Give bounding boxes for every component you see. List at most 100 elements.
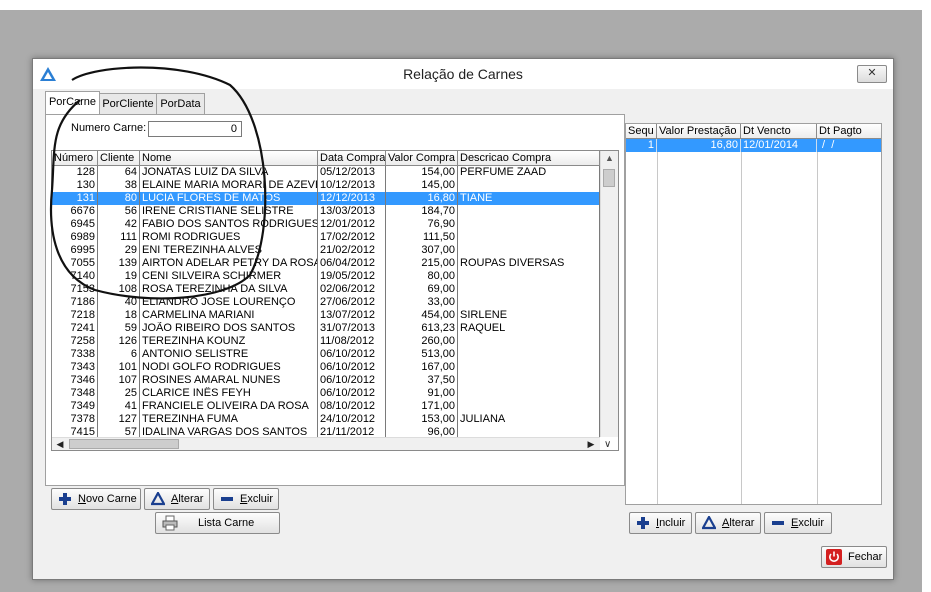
vertical-scrollbar[interactable]: ▲	[600, 151, 618, 437]
cell-valor-compra: 184,70	[386, 205, 458, 218]
col-sequ[interactable]: Sequ	[626, 124, 657, 138]
cell-data-compra: 21/11/2012	[318, 426, 386, 437]
plus-icon	[637, 517, 649, 529]
cell-cliente: 107	[98, 374, 140, 387]
cell-nome: ROSA TEREZINHA DA SILVA	[140, 283, 318, 296]
parcela-vencto: 12/01/2014	[741, 139, 817, 152]
col-dt-pagto[interactable]: Dt Pagto	[817, 124, 881, 138]
novo-carne-button[interactable]: Novo Carne	[51, 488, 141, 510]
table-row[interactable]: 7258 126 TEREZINHA KOUNZ 11/08/2012 260,00	[52, 335, 600, 348]
cell-descricao-compra	[458, 348, 600, 361]
alterar-button[interactable]: Alterar	[144, 488, 210, 510]
cell-data-compra: 27/06/2012	[318, 296, 386, 309]
col-descricao-compra[interactable]: Descricao Compra	[458, 151, 600, 165]
cell-valor-compra: 96,00	[386, 426, 458, 437]
cell-descricao-compra	[458, 400, 600, 413]
cell-descricao-compra	[458, 374, 600, 387]
vertical-scroll-thumb[interactable]	[603, 169, 615, 187]
table-row[interactable]: 7055 139 AIRTON ADELAR PETRY DA ROSA 06/04/…	[52, 257, 600, 270]
scroll-right-icon[interactable]: ▶	[584, 438, 598, 450]
table-row[interactable]: 7346 107 ROSINES AMARAL NUNES 06/10/2012 37,…	[52, 374, 600, 387]
table-row[interactable]: 7140 19 CENI SILVEIRA SCHIRMER 19/05/2012 80…	[52, 270, 600, 283]
cell-numero: 7338	[52, 348, 98, 361]
scroll-up-icon[interactable]: ▲	[601, 151, 618, 166]
horizontal-scrollbar[interactable]: ◀ ▶	[52, 437, 600, 450]
col-valor-prestacao[interactable]: Valor Prestação	[657, 124, 741, 138]
excluir-parcela-button[interactable]: Excluir	[764, 512, 832, 534]
col-data-compra[interactable]: Data Compra	[318, 151, 386, 165]
cell-data-compra: 21/02/2012	[318, 244, 386, 257]
fechar-button[interactable]: Fechar	[821, 546, 887, 568]
table-row[interactable]: 7349 41 FRANCIELE OLIVEIRA DA ROSA 08/10/20…	[52, 400, 600, 413]
cell-data-compra: 17/02/2012	[318, 231, 386, 244]
horizontal-scroll-thumb[interactable]	[69, 439, 179, 449]
cell-valor-compra: 513,00	[386, 348, 458, 361]
cell-valor-compra: 260,00	[386, 335, 458, 348]
table-row[interactable]: 7241 59 JOÃO RIBEIRO DOS SANTOS 31/07/2013 6…	[52, 322, 600, 335]
table-row[interactable]: 7218 18 CARMELINA MARIANI 13/07/2012 454,00 S…	[52, 309, 600, 322]
grid-body: 128 64 JONATAS LUIZ DA SILVA 05/12/2013 154,…	[52, 166, 600, 437]
cell-valor-compra: 111,50	[386, 231, 458, 244]
table-row[interactable]: 7378 127 TEREZINHA FUMA 24/10/2012 153,00 JUL…	[52, 413, 600, 426]
close-button[interactable]: ✕	[857, 65, 887, 83]
table-row[interactable]: 6989 111 ROMI RODRIGUES 17/02/2012 111,50	[52, 231, 600, 244]
carnes-grid[interactable]: Número Cliente Nome Data Compra Valor Co…	[51, 150, 619, 451]
col-cliente[interactable]: Cliente	[98, 151, 140, 165]
cell-descricao-compra	[458, 205, 600, 218]
tab-pordata[interactable]: PorData	[156, 93, 205, 114]
table-row[interactable]: 6945 42 FABIO DOS SANTOS RODRIGUES 12/01/20…	[52, 218, 600, 231]
table-row[interactable]: 7415 57 IDALINA VARGAS DOS SANTOS 21/11/201…	[52, 426, 600, 437]
alterar-parcela-button[interactable]: Alterar	[695, 512, 761, 534]
parcela-row[interactable]: 1 16,80 12/01/2014 / /	[626, 139, 881, 152]
cell-cliente: 57	[98, 426, 140, 437]
table-row[interactable]: 7186 40 ELIANDRO JOSE LOURENÇO 27/06/2012 33…	[52, 296, 600, 309]
cell-data-compra: 24/10/2012	[318, 413, 386, 426]
cell-nome: ELAINE MARIA MORARI DE AZEVEDO	[140, 179, 318, 192]
tab-porcarne[interactable]: PorCarne	[45, 91, 100, 115]
lista-carne-button[interactable]: Lista Carne	[155, 512, 280, 534]
col-dt-vencto[interactable]: Dt Vencto	[741, 124, 817, 138]
table-row[interactable]: 7343 101 NODI GOLFO RODRIGUES 06/10/2012 167…	[52, 361, 600, 374]
table-row[interactable]: 131 80 LUCIA FLORES DE MATOS 12/12/2013 16,8…	[52, 192, 600, 205]
cell-numero: 6676	[52, 205, 98, 218]
cell-numero: 7415	[52, 426, 98, 437]
cell-data-compra: 11/08/2012	[318, 335, 386, 348]
minus-icon	[772, 521, 784, 525]
table-row[interactable]: 13038ELAINE MARIA MORARI DE AZEVEDO10/12…	[52, 179, 600, 192]
incluir-button[interactable]: Incluir	[629, 512, 692, 534]
parcela-pagto: / /	[819, 139, 835, 151]
table-row[interactable]: 128 64 JONATAS LUIZ DA SILVA 05/12/2013 154,…	[52, 166, 600, 179]
cell-nome: IRENE CRISTIANE SELISTRE	[140, 205, 318, 218]
cell-valor-compra: 76,90	[386, 218, 458, 231]
cell-valor-compra: 153,00	[386, 413, 458, 426]
column-divider	[657, 152, 658, 504]
cell-cliente: 41	[98, 400, 140, 413]
cell-nome: ENI TEREZINHA ALVES	[140, 244, 318, 257]
alterar-parcela-label: lterar	[729, 517, 755, 529]
table-row[interactable]: 7153 108 ROSA TEREZINHA DA SILVA 02/06/2012…	[52, 283, 600, 296]
table-row[interactable]: 6995 29 ENI TEREZINHA ALVES 21/02/2012 307,0…	[52, 244, 600, 257]
cell-valor-compra: 16,80	[386, 192, 458, 205]
tab-porcliente[interactable]: PorCliente	[99, 93, 157, 114]
title-bar[interactable]: Relação de Carnes ✕	[33, 59, 893, 89]
excluir-button[interactable]: Excluir	[213, 488, 279, 510]
cell-numero: 6989	[52, 231, 98, 244]
table-row[interactable]: 6676 56 IRENE CRISTIANE SELISTRE 13/03/2013…	[52, 205, 600, 218]
col-valor-compra[interactable]: Valor Compra	[386, 151, 458, 165]
cell-data-compra: 10/12/2013	[318, 179, 386, 192]
cell-data-compra: 08/10/2012	[318, 400, 386, 413]
cell-cliente: 38	[98, 179, 140, 192]
col-numero[interactable]: Número	[52, 151, 98, 165]
numero-carne-input[interactable]: 0	[148, 121, 242, 137]
cell-nome: ANTONIO SELISTRE	[140, 348, 318, 361]
power-icon	[826, 549, 842, 565]
scroll-left-icon[interactable]: ◀	[53, 438, 67, 450]
cell-descricao-compra: JULIANA	[458, 413, 600, 426]
cell-valor-compra: 215,00	[386, 257, 458, 270]
table-row[interactable]: 7348 25 CLARICE INÊS FEYH 06/10/2012 91,00	[52, 387, 600, 400]
cell-nome: FRANCIELE OLIVEIRA DA ROSA	[140, 400, 318, 413]
cell-numero: 7258	[52, 335, 98, 348]
table-row[interactable]: 7338 6 ANTONIO SELISTRE 06/10/2012 513,00	[52, 348, 600, 361]
col-nome[interactable]: Nome	[140, 151, 318, 165]
parcelas-panel[interactable]: Sequ Valor Prestação Dt Vencto Dt Pagto …	[625, 123, 882, 505]
